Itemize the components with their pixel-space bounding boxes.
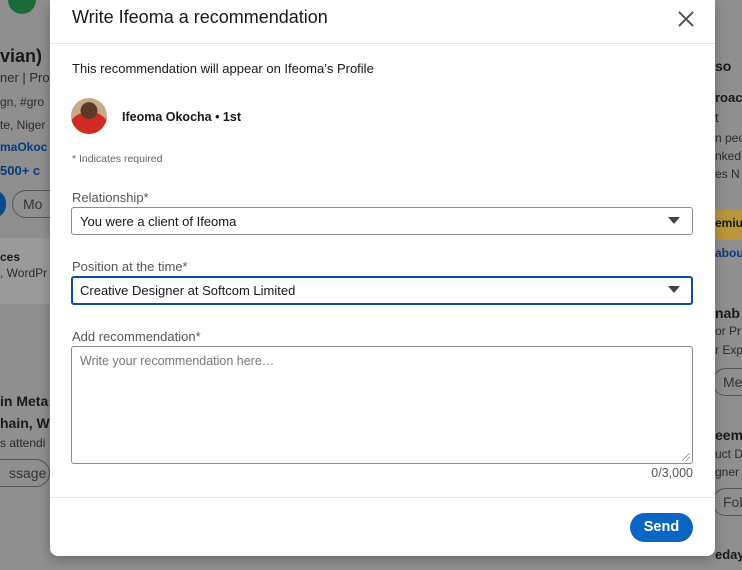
- bg-pill: Fol: [712, 488, 742, 516]
- bg-right-text: roac: [715, 90, 742, 105]
- chevron-down-icon: [668, 286, 680, 293]
- bg-right-text: eem: [715, 427, 742, 443]
- bg-left-text: ner | Pro: [0, 70, 50, 85]
- recommendation-textarea[interactable]: Write your recommendation here…: [71, 346, 693, 464]
- bg-left-text: s attendi: [0, 436, 46, 450]
- bg-left-text: maOkoc: [0, 140, 48, 154]
- dialog-header: Write Ifeoma a recommendation: [50, 0, 715, 44]
- bg-left-text: vian): [0, 46, 43, 66]
- bg-right-text: gner: [715, 465, 740, 479]
- bg-left-text: 500+ c: [0, 163, 41, 178]
- recommendation-dialog: Write Ifeoma a recommendation This recom…: [50, 0, 715, 556]
- relationship-value: You were a client of Ifeoma: [80, 214, 237, 229]
- resize-grip-icon[interactable]: [682, 453, 690, 461]
- bg-pill-label: ssage: [9, 465, 47, 481]
- bg-right-text: emiu: [715, 216, 742, 230]
- bg-left-text: ces: [0, 250, 21, 264]
- dialog-footer-divider: [50, 497, 715, 498]
- character-counter: 0/3,000: [651, 466, 693, 480]
- bg-primary-pill: [0, 190, 6, 218]
- send-button[interactable]: Send: [630, 513, 693, 542]
- bg-left-text: , WordPr: [0, 266, 48, 280]
- recommendation-label: Add recommendation*: [72, 329, 201, 344]
- position-select[interactable]: Creative Designer at Softcom Limited: [71, 276, 693, 305]
- bg-left-text: in Meta: [0, 393, 49, 409]
- bg-left-text: hain, We: [0, 415, 58, 431]
- dialog-title: Write Ifeoma a recommendation: [72, 7, 328, 27]
- bg-pill: Me: [712, 368, 742, 396]
- relationship-label: Relationship*: [72, 190, 149, 205]
- background-avatar: [8, 0, 36, 14]
- bg-right-text: n peop: [715, 131, 742, 145]
- bg-right-text: or Pr: [715, 324, 742, 338]
- chevron-down-icon: [668, 217, 680, 224]
- bg-pill: ssage: [0, 459, 50, 487]
- bg-right-text: so: [715, 58, 732, 74]
- bg-right-text: es N: [715, 167, 740, 181]
- close-icon[interactable]: [675, 8, 697, 30]
- avatar: [71, 98, 107, 134]
- bg-right-text: t: [715, 110, 719, 125]
- bg-right-text: nab: [715, 305, 740, 321]
- bg-left-text: te, Niger: [0, 118, 46, 132]
- bg-right-text: nked: [715, 149, 742, 163]
- required-note: * Indicates required: [72, 153, 163, 165]
- recommendation-placeholder: Write your recommendation here…: [80, 354, 275, 368]
- position-value: Creative Designer at Softcom Limited: [80, 283, 296, 298]
- bg-right-text: r Exp: [715, 343, 742, 357]
- bg-left-text: gn, #gro: [0, 95, 45, 109]
- bg-right-text: edayo: [715, 547, 742, 562]
- bg-right-text: abou: [715, 246, 742, 260]
- bg-right-text: uct D: [715, 447, 742, 461]
- position-label: Position at the time*: [72, 259, 188, 274]
- dialog-intro: This recommendation will appear on Ifeom…: [72, 61, 374, 76]
- recipient-name: Ifeoma Okocha • 1st: [122, 110, 242, 124]
- relationship-select[interactable]: You were a client of Ifeoma: [71, 207, 693, 235]
